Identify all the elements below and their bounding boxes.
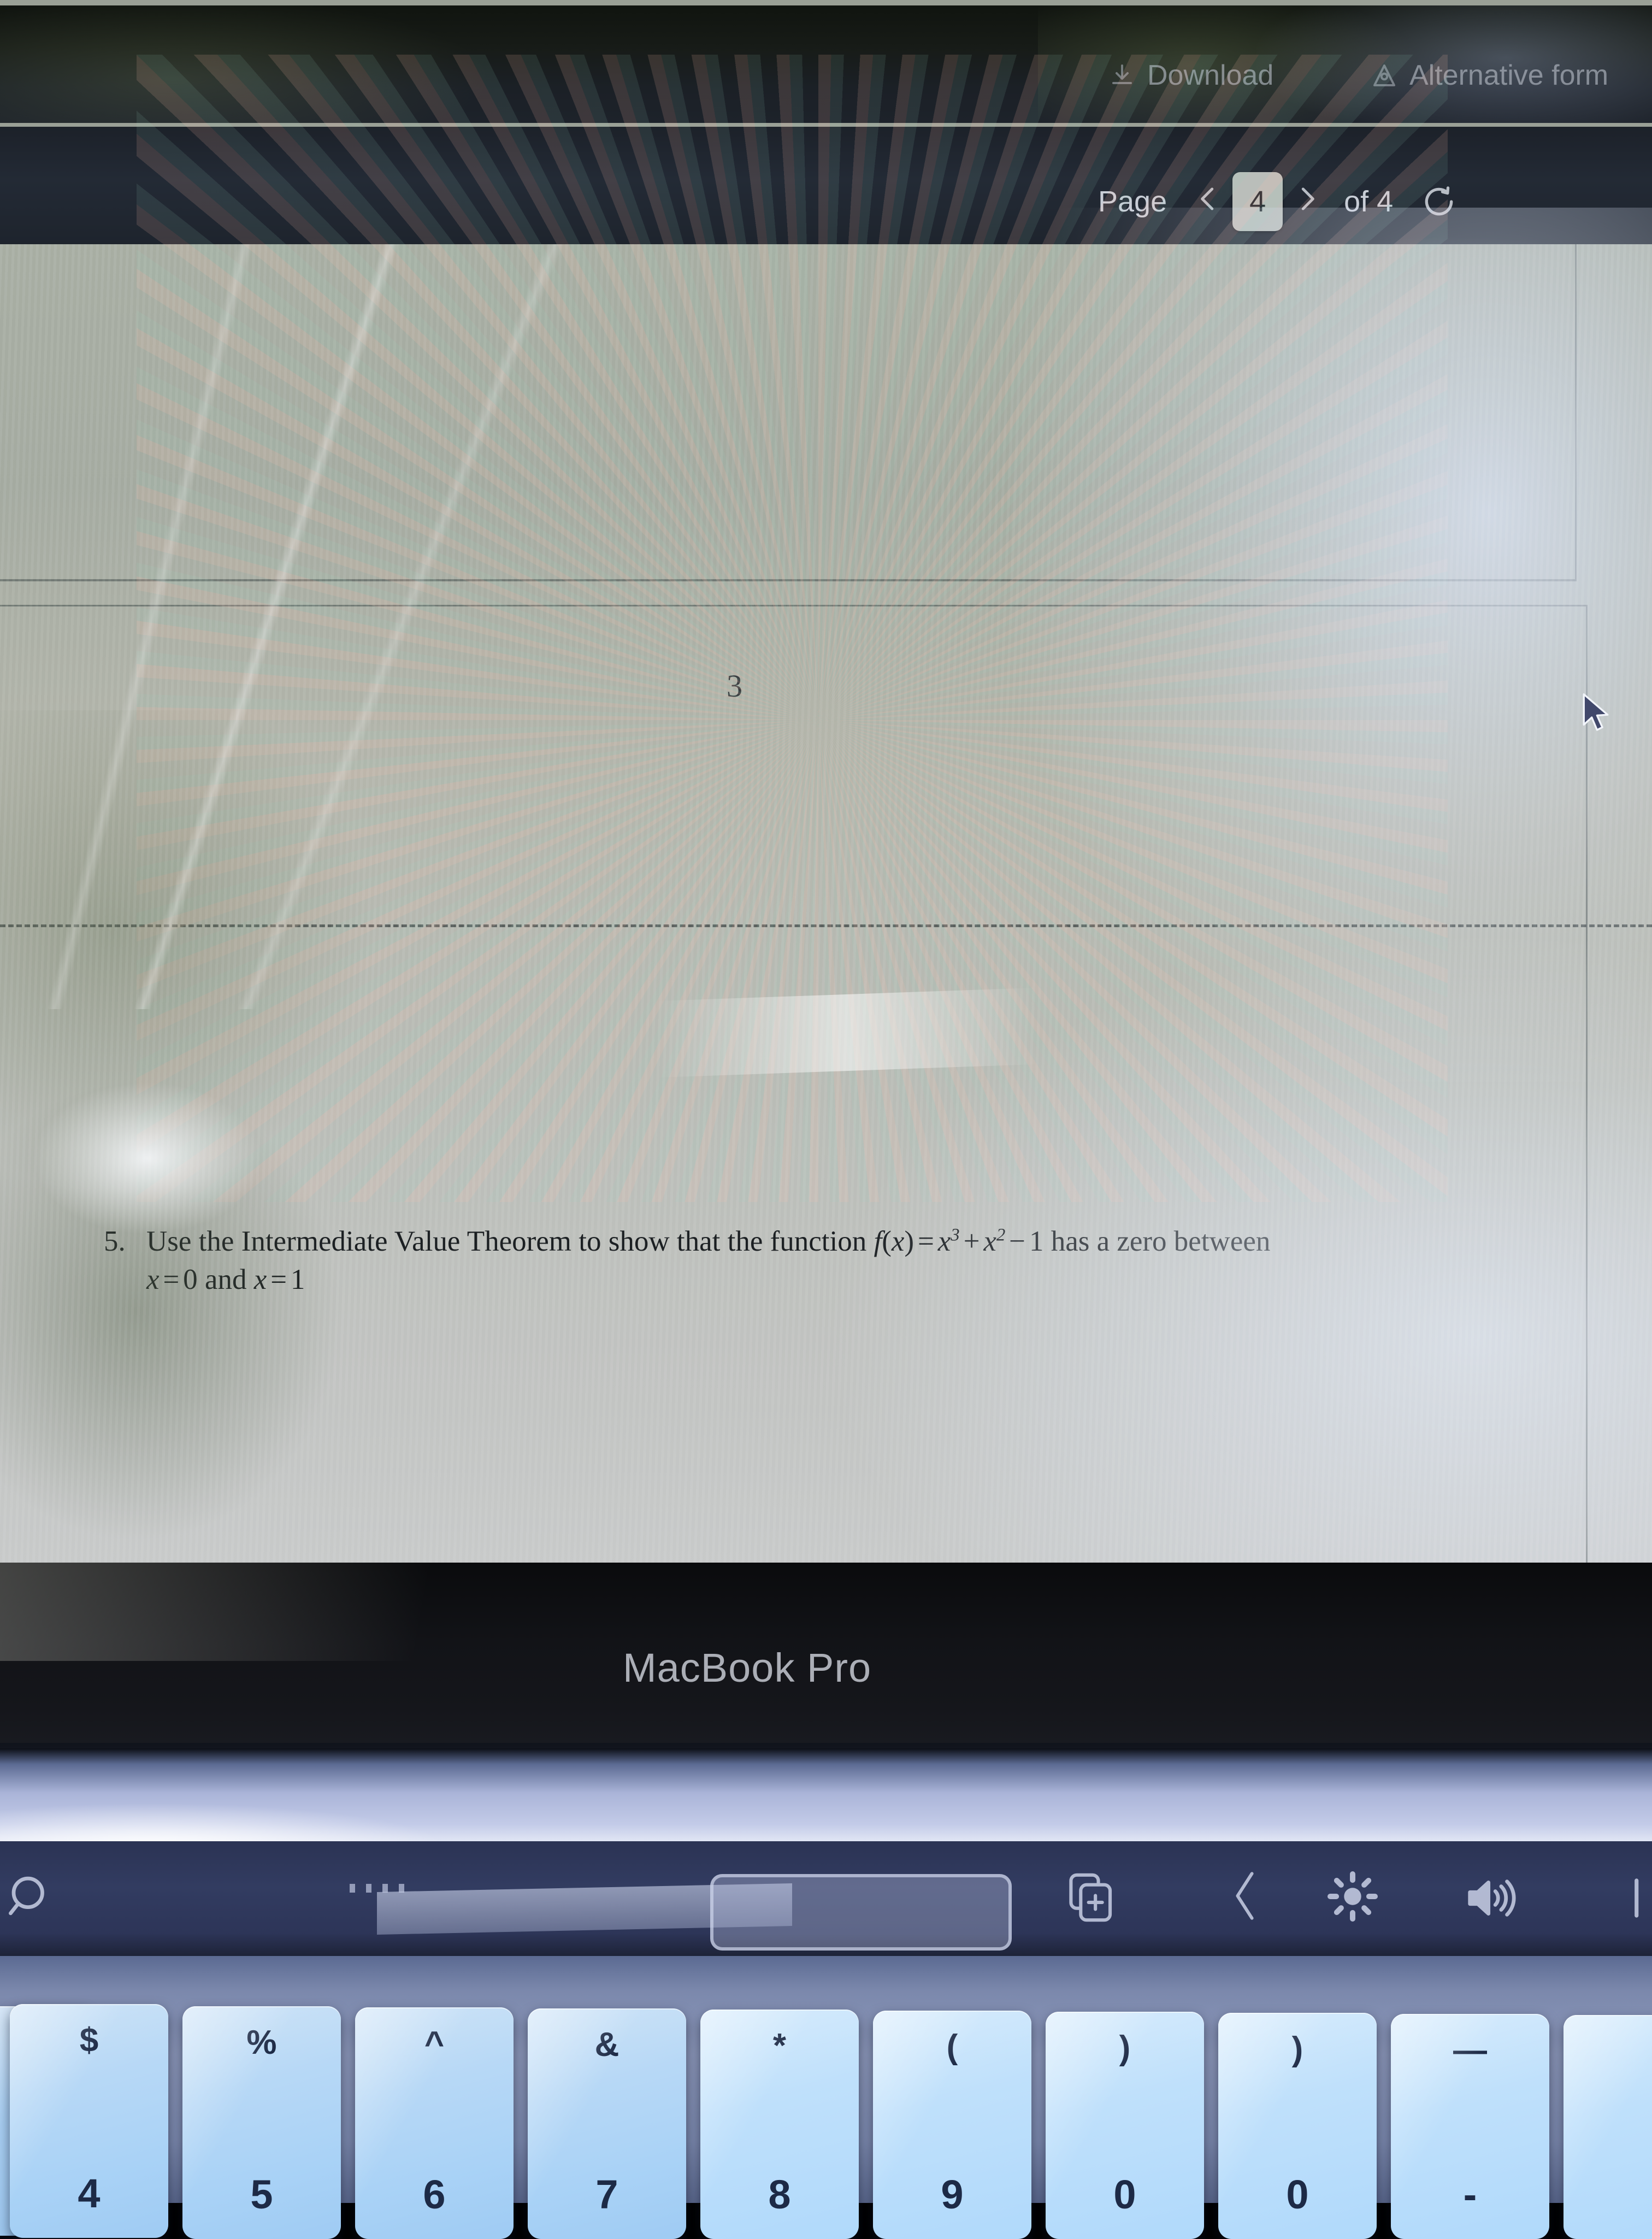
- key-equals[interactable]: [1564, 2015, 1652, 2239]
- key-4-shift-label: $: [79, 2022, 99, 2059]
- touchbar-glass-reflection: [350, 1884, 415, 1893]
- minus-sign: −: [1009, 1225, 1026, 1257]
- key-5-label: 5: [250, 2172, 273, 2217]
- search-icon[interactable]: [5, 1871, 55, 1920]
- key-9[interactable]: ( 9: [873, 2011, 1031, 2239]
- total-pages-label: of 4: [1344, 185, 1394, 218]
- term1-exponent: 3: [951, 1225, 960, 1245]
- key-0-second[interactable]: ) 0: [1218, 2013, 1377, 2239]
- chevron-right-icon[interactable]: [1631, 1874, 1652, 1922]
- key-0-label: 0: [1113, 2172, 1136, 2217]
- key-8[interactable]: * 8: [700, 2010, 859, 2239]
- problem-line1-prefix: Use the Intermediate Value Theorem to sh…: [146, 1225, 874, 1257]
- problem-text: Use the Intermediate Value Theorem to sh…: [146, 1222, 1502, 1299]
- problem-line1-suffix: has a zero between: [1043, 1225, 1271, 1257]
- key-0[interactable]: ) 0: [1046, 2012, 1204, 2239]
- key-minus[interactable]: — -: [1391, 2014, 1549, 2239]
- plus-sign: +: [963, 1225, 980, 1257]
- laptop-screen: Download Alternative form Page 4 of 4 3 …: [0, 0, 1652, 1584]
- key-9-shift-label: (: [946, 2028, 958, 2066]
- page-number-input[interactable]: 4: [1232, 172, 1283, 231]
- term1-base: x: [937, 1225, 951, 1257]
- equals-sign-2: =: [163, 1264, 180, 1296]
- key-6-shift-label: ^: [424, 2025, 445, 2063]
- key-hyphen-label: -: [1463, 2172, 1477, 2217]
- key-7-label: 7: [595, 2172, 618, 2217]
- macbook-pro-branding: MacBook Pro: [623, 1645, 872, 1690]
- paren-close: ): [904, 1225, 914, 1257]
- key-5[interactable]: % 5: [182, 2006, 341, 2239]
- key-7[interactable]: & 7: [528, 2008, 686, 2239]
- key-6[interactable]: ^ 6: [355, 2007, 514, 2239]
- glare-reflection: [0, 5, 492, 123]
- key-8-label: 8: [768, 2172, 791, 2217]
- constant-term: 1: [1029, 1225, 1044, 1257]
- key-0-shift-label: ): [1119, 2029, 1131, 2067]
- and-word: and: [197, 1264, 254, 1296]
- key-5-shift-label: %: [246, 2024, 277, 2061]
- term2-base: x: [983, 1225, 996, 1257]
- page-navigation: Page 4 of 4: [1098, 172, 1456, 231]
- pdf-page-4: [0, 605, 1588, 1584]
- function-name: f: [874, 1225, 882, 1257]
- x-variable-1: x: [146, 1264, 160, 1296]
- term2-exponent: 2: [996, 1225, 1006, 1245]
- key-9-label: 9: [941, 2172, 964, 2217]
- key-zero-label: 0: [1286, 2172, 1309, 2217]
- function-argument: x: [891, 1225, 905, 1257]
- previous-page-button[interactable]: [1188, 182, 1228, 221]
- pdf-document-viewport[interactable]: 3 5. Use the Intermediate Value Theorem …: [0, 244, 1652, 1584]
- mouse-pointer-icon: [1580, 693, 1612, 735]
- key-6-label: 6: [423, 2172, 446, 2217]
- volume-icon[interactable]: [1464, 1874, 1519, 1922]
- alternative-formats-button[interactable]: Alternative form: [1371, 59, 1608, 92]
- page-label: Page: [1098, 185, 1167, 218]
- paren-open: (: [882, 1225, 892, 1257]
- key-underscore-label: —: [1453, 2031, 1487, 2069]
- equals-sign-3: =: [270, 1264, 287, 1296]
- problem-5: 5. Use the Intermediate Value Theorem to…: [104, 1222, 1502, 1299]
- download-icon: [1109, 62, 1135, 89]
- next-page-button[interactable]: [1287, 182, 1328, 221]
- pdf-page-3: [0, 244, 1577, 581]
- x-value-2: 1: [290, 1264, 305, 1296]
- key-7-shift-label: &: [594, 2026, 620, 2064]
- key-4-label: 4: [78, 2171, 101, 2216]
- bezel-highlight: [0, 1563, 601, 1661]
- ally-icon: [1371, 62, 1397, 89]
- equals-sign: =: [917, 1225, 934, 1257]
- glare-reflection: [1202, 236, 1652, 244]
- new-tab-icon[interactable]: [1068, 1871, 1115, 1924]
- alternative-formats-label: Alternative form: [1409, 60, 1609, 91]
- download-button[interactable]: Download: [1109, 59, 1273, 92]
- download-label: Download: [1147, 60, 1274, 91]
- key-paren-close-label: ): [1291, 2030, 1303, 2068]
- x-value-1: 0: [183, 1264, 198, 1296]
- key-8-shift-label: *: [772, 2027, 787, 2065]
- touchbar-glass-reflection: [710, 1874, 1012, 1951]
- brightness-icon[interactable]: [1328, 1871, 1378, 1922]
- problem-number: 5.: [104, 1225, 126, 1257]
- chevron-left-icon[interactable]: [1226, 1869, 1265, 1923]
- x-variable-2: x: [253, 1264, 267, 1296]
- rotate-icon[interactable]: [1421, 184, 1456, 219]
